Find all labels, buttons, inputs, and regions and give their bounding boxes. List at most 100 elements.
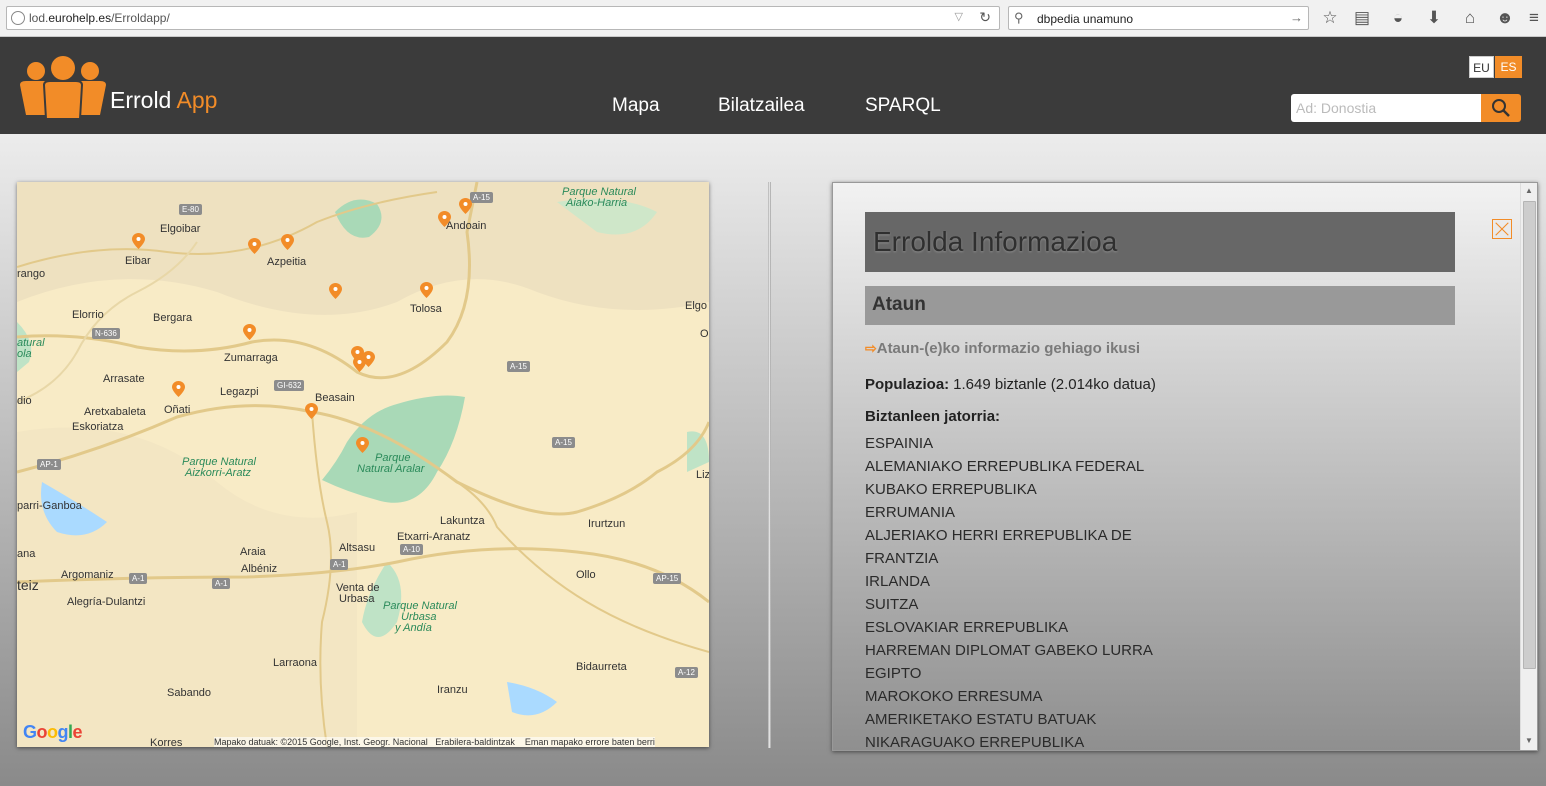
park-label: Aiako-Harria xyxy=(566,197,628,209)
browser-search-input[interactable]: ⚲ dbpedia unamuno → xyxy=(1008,6,1309,30)
nav-mapa[interactable]: Mapa xyxy=(612,95,660,117)
list-item: ALJERIAKO HERRI ERREPUBLIKA DE xyxy=(865,527,1132,544)
home-icon[interactable]: ⌂ xyxy=(1460,8,1480,28)
url-text: lod.eurohelp.es/Erroldapp/ xyxy=(29,11,170,25)
location-pin-icon[interactable] xyxy=(438,211,451,227)
map-label: Argomaniz xyxy=(61,569,114,581)
list-item: ERRUMANIA xyxy=(865,504,956,521)
reading-list-icon[interactable]: ▤ xyxy=(1352,8,1372,28)
map-label: rango xyxy=(17,268,46,280)
map-label: Eskoriatza xyxy=(72,421,124,433)
location-pin-icon[interactable] xyxy=(329,283,342,299)
scroll-thumb[interactable] xyxy=(1523,201,1536,669)
road-shield: A-1 xyxy=(330,559,349,570)
road-shield: AP-15 xyxy=(653,573,682,584)
lang-es-button[interactable]: ES xyxy=(1495,56,1522,78)
location-pin-icon[interactable] xyxy=(172,381,185,397)
star-icon[interactable]: ☆ xyxy=(1320,8,1340,28)
place-search-button[interactable] xyxy=(1481,94,1521,122)
list-item: HARREMAN DIPLOMAT GABEKO LURRA xyxy=(865,642,1153,659)
park-label: y Andía xyxy=(395,622,432,634)
map-label: Elgo xyxy=(685,300,708,312)
location-pin-icon[interactable] xyxy=(248,238,261,254)
map-label: O xyxy=(700,328,709,340)
download-icon[interactable]: ⬇ xyxy=(1424,8,1444,28)
park-label: Aizkorri-Aratz xyxy=(185,467,252,479)
scroll-down-icon[interactable]: ▼ xyxy=(1525,736,1533,745)
road-shield: A-10 xyxy=(400,544,423,555)
panel-title: Errolda Informazioa xyxy=(865,212,1455,272)
map-label: Etxarri-Aranatz xyxy=(397,531,471,543)
reload-icon[interactable]: ↻ xyxy=(979,9,991,26)
location-pin-icon[interactable] xyxy=(305,403,318,419)
map-label: dio xyxy=(17,395,32,407)
location-pin-icon[interactable] xyxy=(243,324,256,340)
map-label: Eibar xyxy=(125,255,151,267)
close-icon[interactable] xyxy=(1492,219,1512,239)
list-item: SUITZA xyxy=(865,596,919,613)
place-search-input[interactable]: Ad: Donostia xyxy=(1291,94,1481,122)
map-label: Legazpi xyxy=(220,386,259,398)
road-shield: A-15 xyxy=(552,437,575,448)
location-pin-icon[interactable] xyxy=(132,233,145,249)
map-label: Elgoibar xyxy=(160,223,201,235)
park-label: Natural Aralar xyxy=(357,463,425,475)
map-label: Iranzu xyxy=(437,684,468,696)
nav-bilatzailea[interactable]: Bilatzailea xyxy=(718,95,805,117)
place-name: Ataun xyxy=(865,286,1455,325)
map-label: Lakuntza xyxy=(440,515,485,527)
road-shield: AP-1 xyxy=(37,459,61,470)
info-panel: Errolda Informazioa Ataun ⇨Ataun-(e)ko i… xyxy=(832,182,1538,751)
more-info-link[interactable]: ⇨Ataun-(e)ko informazio gehiago ikusi xyxy=(865,340,1140,357)
dropdown-icon[interactable]: ▽ xyxy=(955,10,963,23)
scroll-up-icon[interactable]: ▲ xyxy=(1525,186,1533,195)
panel-divider[interactable] xyxy=(768,182,771,748)
panel-scrollbar[interactable]: ▲ ▼ xyxy=(1520,183,1537,750)
map-label: Azpeitia xyxy=(267,256,307,268)
location-pin-icon[interactable] xyxy=(281,234,294,250)
lang-eu-button[interactable]: EU xyxy=(1469,56,1494,78)
map-label: Bidaurreta xyxy=(576,661,627,673)
map-label: Sabando xyxy=(167,687,212,699)
search-icon: ⚲ xyxy=(1014,10,1024,25)
location-pin-icon[interactable] xyxy=(356,437,369,453)
location-pin-icon[interactable] xyxy=(420,282,433,298)
map-view[interactable]: Elgoibar Eibar Azpeitia Andoain rango To… xyxy=(17,182,709,747)
location-pin-icon[interactable] xyxy=(353,356,366,372)
map-label: Oñati xyxy=(164,404,191,416)
external-link-icon: ⇨ xyxy=(865,340,877,356)
nav-sparql[interactable]: SPARQL xyxy=(865,95,941,117)
road-shield: A-12 xyxy=(675,667,698,678)
people-logo-icon[interactable] xyxy=(18,55,108,121)
attribution-text: Mapako datuak: ©2015 Google, Inst. Geogr… xyxy=(214,737,428,747)
pocket-icon[interactable]: ◒ xyxy=(1388,8,1408,28)
google-logo[interactable]: Google xyxy=(23,722,83,743)
brand-title[interactable]: Errold App xyxy=(110,87,217,114)
origin-list: ESPAINIA ALEMANIAKO ERREPUBLIKA FEDERAL … xyxy=(865,432,1153,750)
population-row: Populazioa: 1.649 biztanle (2.014ko datua… xyxy=(865,376,1156,393)
map-label: Arrasate xyxy=(103,373,145,385)
map-label: Korres xyxy=(150,737,183,747)
road-shield: A-1 xyxy=(212,578,231,589)
url-bar[interactable]: lod.eurohelp.es/Erroldapp/ ▽ ↻ xyxy=(6,6,1000,30)
browser-search-text: dbpedia unamuno xyxy=(1037,12,1134,26)
list-item: ESLOVAKIAR ERREPUBLIKA xyxy=(865,619,1069,636)
list-item: EGIPTO xyxy=(865,665,922,682)
terms-link[interactable]: Erabilera-baldintzak xyxy=(435,737,515,747)
report-error-link[interactable]: Eman mapako errore baten berri xyxy=(525,737,655,747)
map-label: Irurtzun xyxy=(588,518,626,530)
road-shield: A-15 xyxy=(507,361,530,372)
population-label: Populazioa: xyxy=(865,376,950,393)
road-shield: A-1 xyxy=(129,573,148,584)
map-label: Andoain xyxy=(446,220,487,232)
map-label: Albéniz xyxy=(241,563,278,575)
hello-icon[interactable]: ☻ xyxy=(1495,8,1515,28)
map-label: Tolosa xyxy=(410,303,442,315)
location-pin-icon[interactable] xyxy=(459,198,472,214)
map-label: parri-Ganboa xyxy=(17,500,82,512)
map-attribution: Mapako datuak: ©2015 Google, Inst. Geogr… xyxy=(214,737,655,747)
search-go-icon[interactable]: → xyxy=(1290,10,1303,25)
app-header: Errold App Mapa Bilatzailea SPARQL EU ES… xyxy=(0,37,1546,134)
menu-icon[interactable]: ≡ xyxy=(1524,8,1544,28)
map-label: Elorrio xyxy=(72,309,104,321)
